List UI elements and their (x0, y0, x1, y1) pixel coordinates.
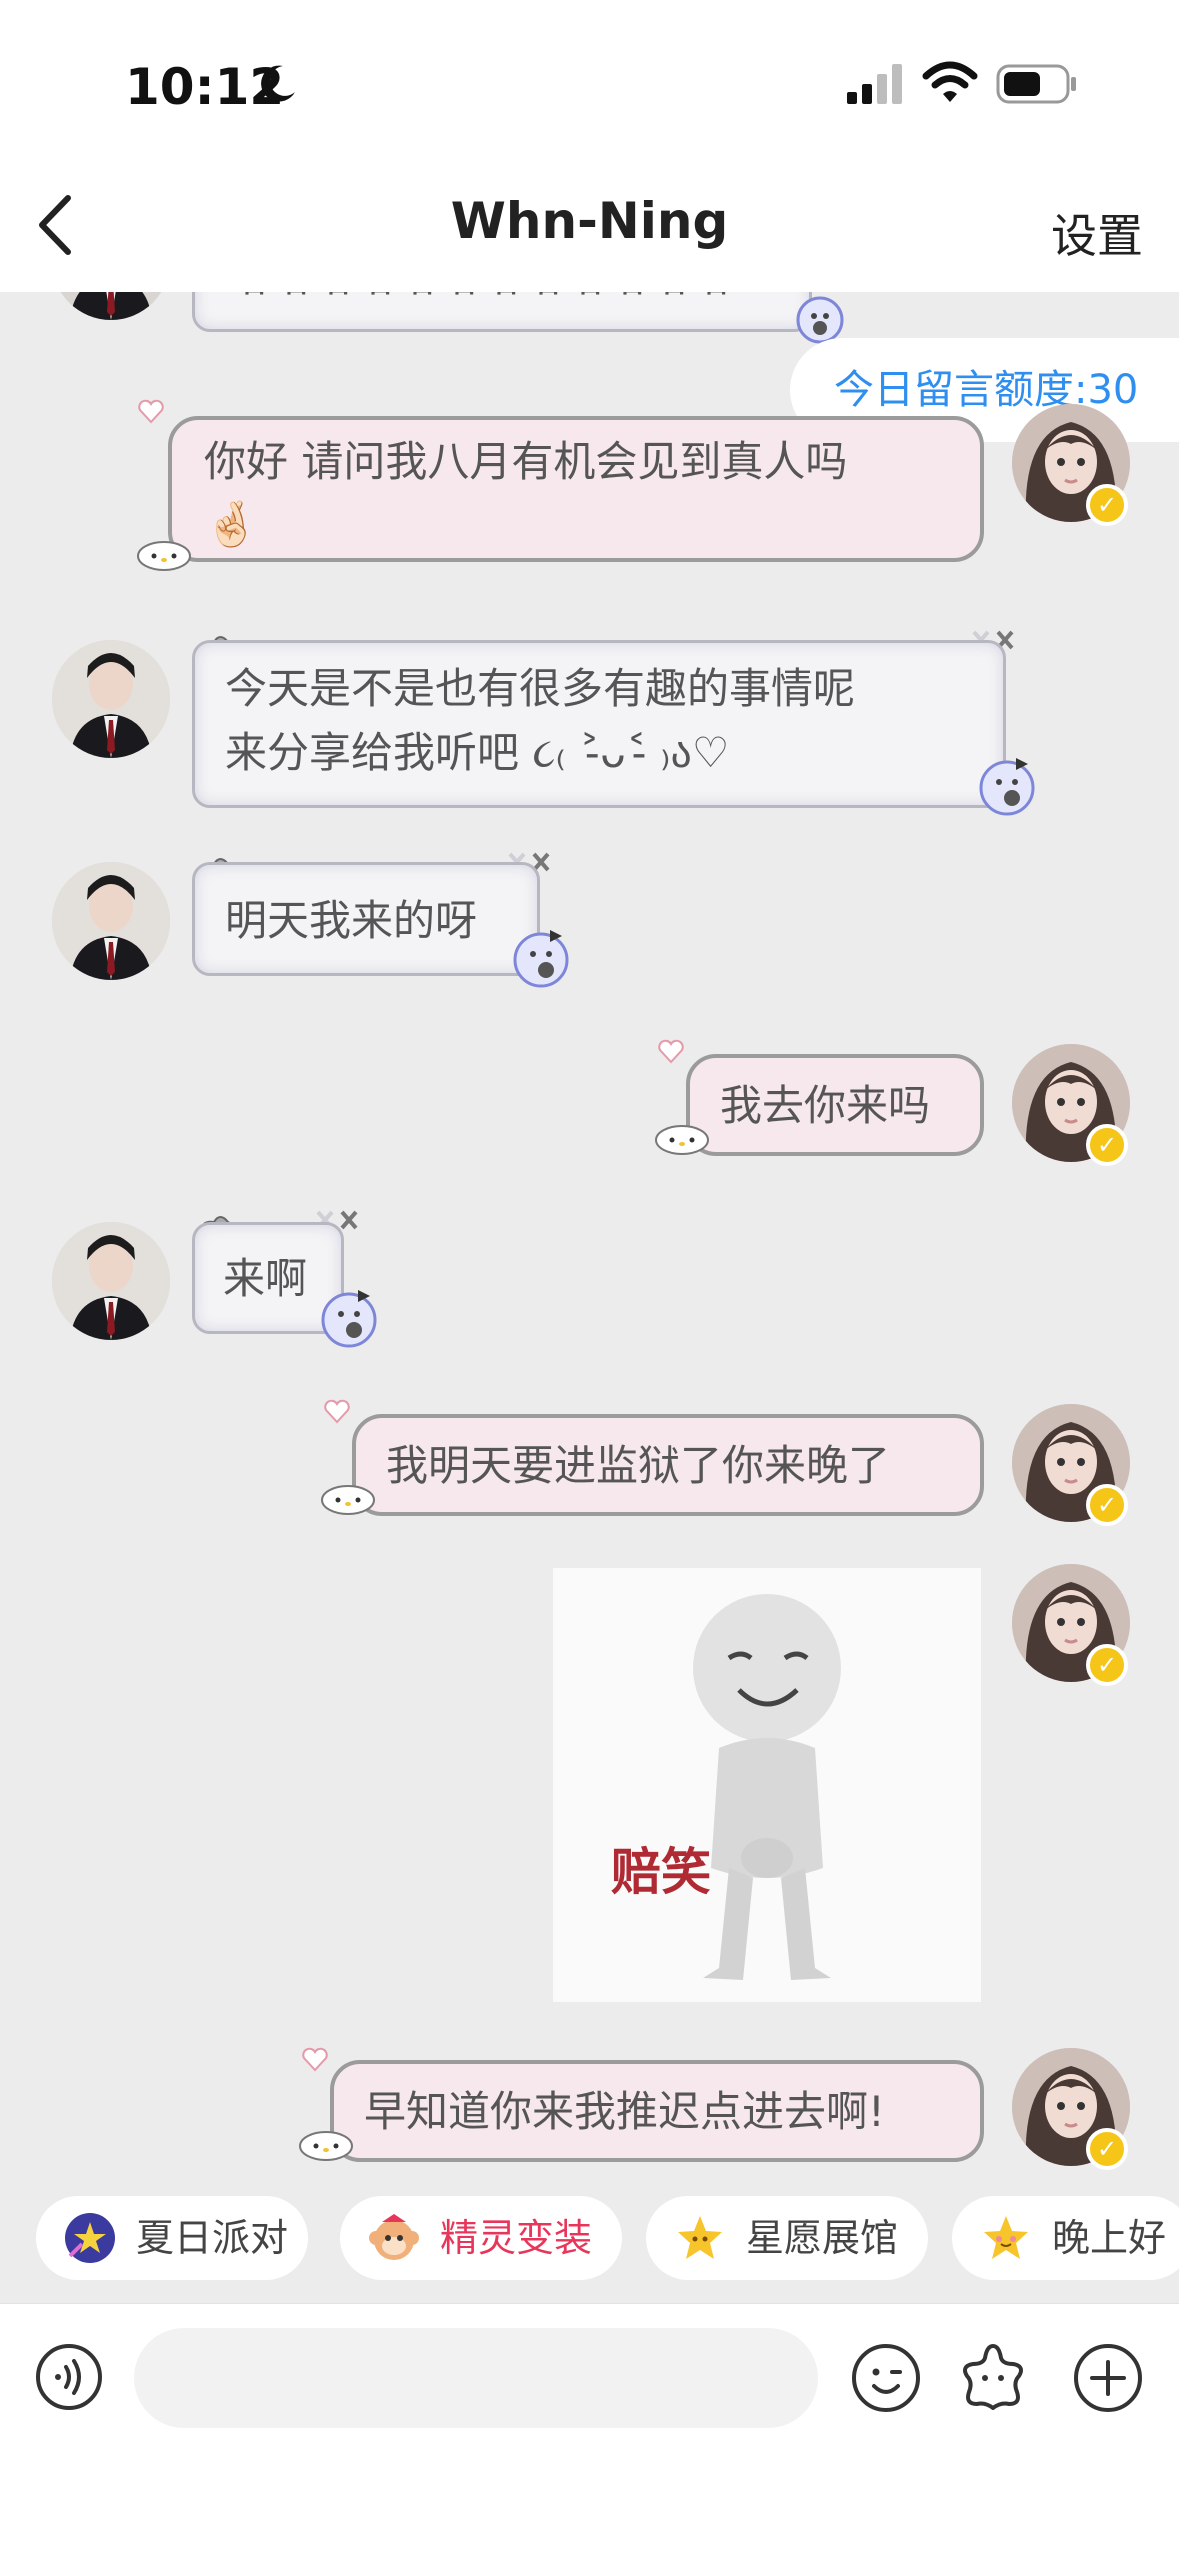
mascot-sticker-icon (513, 930, 569, 988)
message-bubble[interactable]: 你好 请问我八月有机会见到真人吗 🤞🏻 (168, 416, 984, 562)
verified-badge-icon (1086, 2128, 1128, 2170)
star-sticker-icon[interactable] (955, 2340, 1031, 2416)
shooting-star-icon (65, 2213, 115, 2263)
message-text: 来啊 (223, 1254, 308, 1303)
hello-kitty-icon (321, 1485, 375, 1515)
smiling-star-icon (984, 2216, 1028, 2259)
message-text-line1: 今天是不是也有很多有趣的事情呢 (225, 664, 856, 713)
chip-sprite-dressup[interactable]: 精灵变装 (340, 2196, 622, 2280)
heart-icon (138, 399, 164, 424)
chip-label: 精灵变装 (440, 2216, 593, 2260)
message-bubble[interactable]: 今天是不是也有很多有趣的事情呢 来分享给我听吧 ૮₍ ˃̵ᴗ˂̵ ₎ა♡ (192, 640, 1006, 808)
verified-badge-icon (1086, 484, 1128, 526)
message-text: 明天我来的呀 (225, 896, 478, 945)
chip-star-wish-hall[interactable]: 星愿展馆 (646, 2196, 928, 2280)
verified-badge-icon (1086, 1124, 1128, 1166)
settings-button[interactable]: 设置 (1051, 200, 1143, 266)
chip-label: 夏日派对 (136, 2216, 289, 2260)
avatar-idol[interactable] (52, 862, 170, 980)
mascot-sticker-icon (979, 758, 1035, 816)
message-text: 你好 请问我八月有机会见到真人吗 (204, 437, 848, 486)
message-text: 我去你来吗 (720, 1081, 931, 1130)
chip-label: 星愿展馆 (746, 2216, 899, 2260)
message-bubble[interactable]: 明天我来的呀 (192, 862, 540, 976)
top-bar: 10:12 Whn-Ning 设置 (0, 0, 1179, 292)
avatar-idol[interactable] (52, 1222, 170, 1340)
message-text: 我明天要进监狱了你来晚了 (386, 1441, 891, 1490)
avatar-idol[interactable] (52, 292, 170, 320)
chip-good-evening[interactable]: 晚上好 (952, 2196, 1179, 2280)
hello-kitty-icon (137, 541, 191, 571)
message-bubble[interactable]: 我明天要进监狱了你来晚了 (352, 1414, 984, 1516)
hello-kitty-icon (655, 1125, 709, 1155)
chat-title: Whn-Ning (450, 192, 729, 250)
add-more-icon[interactable] (1072, 2342, 1144, 2414)
message-bubble[interactable]: 哈哈哈哈哈哈哈哈哈哈哈哈 (192, 292, 812, 332)
chat-area: 哈哈哈哈哈哈哈哈哈哈哈哈 今日留言额度:30 你好 请问我八月有机会见到真人吗 … (0, 292, 1179, 2192)
battery-icon (996, 64, 1076, 104)
heart-icon (658, 1039, 684, 1064)
message-text: 早知道你来我推迟点进去啊! (364, 2087, 885, 2136)
wifi-icon (922, 61, 978, 102)
monkey-sprite-icon (369, 2214, 419, 2260)
verified-badge-icon (1086, 1484, 1128, 1526)
message-input[interactable] (134, 2328, 818, 2428)
message-emoji: 🤞🏻 (204, 499, 259, 550)
avatar-idol[interactable] (52, 640, 170, 758)
star-icon (678, 2216, 722, 2259)
voice-input-icon[interactable] (34, 2342, 104, 2412)
verified-badge-icon (1086, 1644, 1128, 1686)
cellular-signal-icon (847, 64, 902, 104)
chip-label: 晚上好 (1052, 2216, 1167, 2260)
quota-label: 今日留言额度:30 (834, 367, 1139, 413)
message-text-line2: 来分享给我听吧 ૮₍ ˃̵ᴗ˂̵ ₎ა♡ (225, 728, 730, 777)
hello-kitty-icon (299, 2131, 353, 2161)
heart-icon (302, 2047, 328, 2072)
mascot-sticker-icon (321, 1290, 377, 1348)
sticker-image[interactable]: 赔笑 (553, 1568, 981, 2002)
message-bubble[interactable]: 早知道你来我推迟点进去啊! (330, 2060, 984, 2162)
moon-icon (261, 65, 295, 102)
sticker-caption: 赔笑 (611, 1843, 711, 1901)
message-bubble[interactable]: 我去你来吗 (686, 1054, 984, 1156)
chip-summer-party[interactable]: 夏日派对 (36, 2196, 308, 2280)
heart-icon (324, 1399, 350, 1424)
message-text: 哈哈哈哈哈哈哈哈哈哈哈哈 (227, 292, 731, 301)
emoji-icon[interactable] (850, 2342, 922, 2414)
